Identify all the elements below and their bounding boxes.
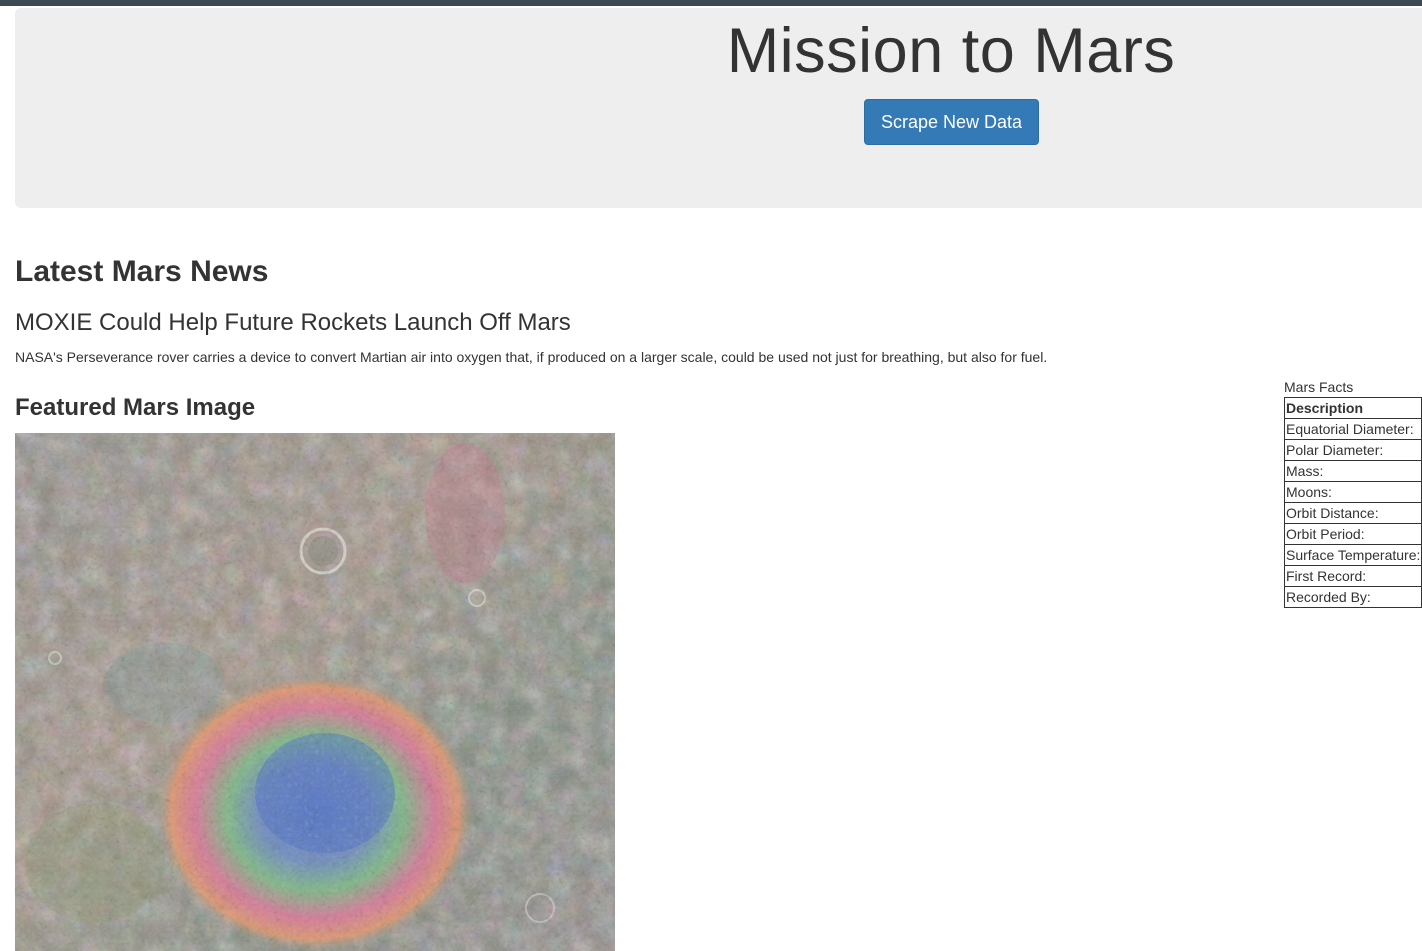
page-title: Mission to Mars bbox=[726, 16, 1176, 86]
table-row: Polar Diameter: bbox=[1283, 439, 1422, 461]
table-row: Orbit Period: bbox=[1283, 523, 1422, 545]
fact-label: Polar Diameter: bbox=[1283, 439, 1422, 461]
mars-facts-caption: Mars Facts bbox=[1284, 379, 1354, 395]
table-row: First Record: bbox=[1283, 565, 1422, 587]
fact-label: Surface Temperature: bbox=[1283, 544, 1422, 566]
table-row: Equatorial Diameter: bbox=[1283, 418, 1422, 440]
latest-news-heading: Latest Mars News bbox=[15, 255, 269, 288]
table-row: Orbit Distance: bbox=[1283, 502, 1422, 524]
facts-header-row: Description bbox=[1283, 397, 1422, 419]
table-row: Surface Temperature: bbox=[1283, 544, 1422, 566]
mars-facts-table: Description Equatorial Diameter: Polar D… bbox=[1283, 397, 1422, 608]
table-row: Mass: bbox=[1283, 460, 1422, 482]
featured-image-heading: Featured Mars Image bbox=[15, 394, 256, 421]
fact-label: First Record: bbox=[1283, 565, 1422, 587]
news-article-teaser: NASA's Perseverance rover carries a devi… bbox=[15, 349, 1048, 365]
featured-mars-image bbox=[15, 433, 615, 951]
top-navbar-strip bbox=[0, 0, 1422, 6]
fact-label: Orbit Period: bbox=[1283, 523, 1422, 545]
fact-label: Recorded By: bbox=[1283, 586, 1422, 608]
table-row: Moons: bbox=[1283, 481, 1422, 503]
table-row: Recorded By: bbox=[1283, 586, 1422, 608]
fact-label: Moons: bbox=[1283, 481, 1422, 503]
fact-label: Equatorial Diameter: bbox=[1283, 418, 1422, 440]
facts-header-description: Description bbox=[1283, 397, 1422, 419]
fact-label: Orbit Distance: bbox=[1283, 502, 1422, 524]
news-article-title: MOXIE Could Help Future Rockets Launch O… bbox=[15, 309, 571, 336]
scrape-new-data-button[interactable]: Scrape New Data bbox=[864, 99, 1039, 145]
fact-label: Mass: bbox=[1283, 460, 1422, 482]
